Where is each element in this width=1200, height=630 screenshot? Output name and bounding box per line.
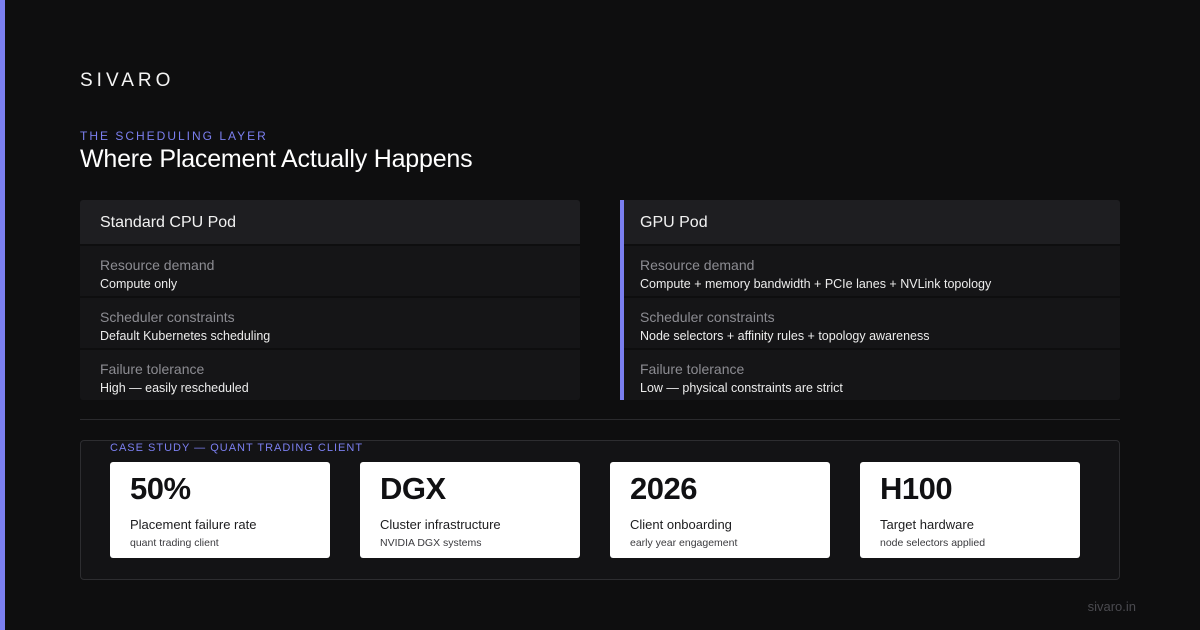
stat-subtext: node selectors applied: [880, 537, 986, 549]
brand-logo: SIVARO: [80, 70, 175, 91]
row-value: Default Kubernetes scheduling: [100, 329, 271, 343]
row-value: Compute + memory bandwidth + PCIe lanes …: [640, 277, 992, 291]
slide: SIVARO THE SCHEDULING LAYER Where Placem…: [0, 0, 1200, 630]
stat-subtext: NVIDIA DGX systems: [380, 537, 482, 549]
card-row-resource-demand: Resource demand Compute + memory bandwid…: [620, 246, 1120, 296]
gpu-pod-card: GPU Pod Resource demand Compute + memory…: [620, 200, 1120, 400]
stat-value: 50%: [130, 471, 191, 506]
card-row-scheduler-constraints: Scheduler constraints Node selectors + a…: [620, 298, 1120, 348]
stat-subtext: quant trading client: [130, 537, 219, 549]
row-label: Scheduler constraints: [100, 309, 235, 325]
row-value: High — easily rescheduled: [100, 381, 249, 395]
row-label: Resource demand: [100, 257, 215, 273]
stat-label: Placement failure rate: [130, 517, 257, 532]
row-label: Resource demand: [640, 257, 755, 273]
stat-label: Target hardware: [880, 517, 974, 532]
stat-card-failure-rate: 50% Placement failure rate quant trading…: [110, 462, 330, 558]
stat-subtext: early year engagement: [630, 537, 738, 549]
footer-url: sivaro.in: [1087, 599, 1136, 614]
section-divider: [80, 419, 1120, 420]
section-eyebrow: THE SCHEDULING LAYER: [80, 129, 268, 143]
card-title: Standard CPU Pod: [80, 200, 580, 244]
stat-card-onboarding: 2026 Client onboarding early year engage…: [610, 462, 830, 558]
card-row-scheduler-constraints: Scheduler constraints Default Kubernetes…: [80, 298, 580, 348]
card-row-resource-demand: Resource demand Compute only: [80, 246, 580, 296]
accent-bar: [0, 0, 5, 630]
stat-card-cluster: DGX Cluster infrastructure NVIDIA DGX sy…: [360, 462, 580, 558]
stat-label: Cluster infrastructure: [380, 517, 501, 532]
cpu-pod-card: Standard CPU Pod Resource demand Compute…: [80, 200, 580, 400]
page-title: Where Placement Actually Happens: [80, 145, 473, 173]
case-study-label: CASE STUDY — QUANT TRADING CLIENT: [110, 442, 364, 454]
stat-card-hardware: H100 Target hardware node selectors appl…: [860, 462, 1080, 558]
row-label: Failure tolerance: [100, 361, 205, 377]
stat-value: H100: [880, 471, 953, 506]
stat-value: 2026: [630, 471, 697, 506]
card-row-failure-tolerance: Failure tolerance High — easily reschedu…: [80, 350, 580, 400]
stat-label: Client onboarding: [630, 517, 732, 532]
stat-value: DGX: [380, 471, 446, 506]
row-label: Scheduler constraints: [640, 309, 775, 325]
card-row-failure-tolerance: Failure tolerance Low — physical constra…: [620, 350, 1120, 400]
card-title: GPU Pod: [620, 200, 1120, 244]
row-value: Node selectors + affinity rules + topolo…: [640, 329, 930, 343]
row-value: Compute only: [100, 277, 178, 291]
row-value: Low — physical constraints are strict: [640, 381, 843, 395]
row-label: Failure tolerance: [640, 361, 745, 377]
